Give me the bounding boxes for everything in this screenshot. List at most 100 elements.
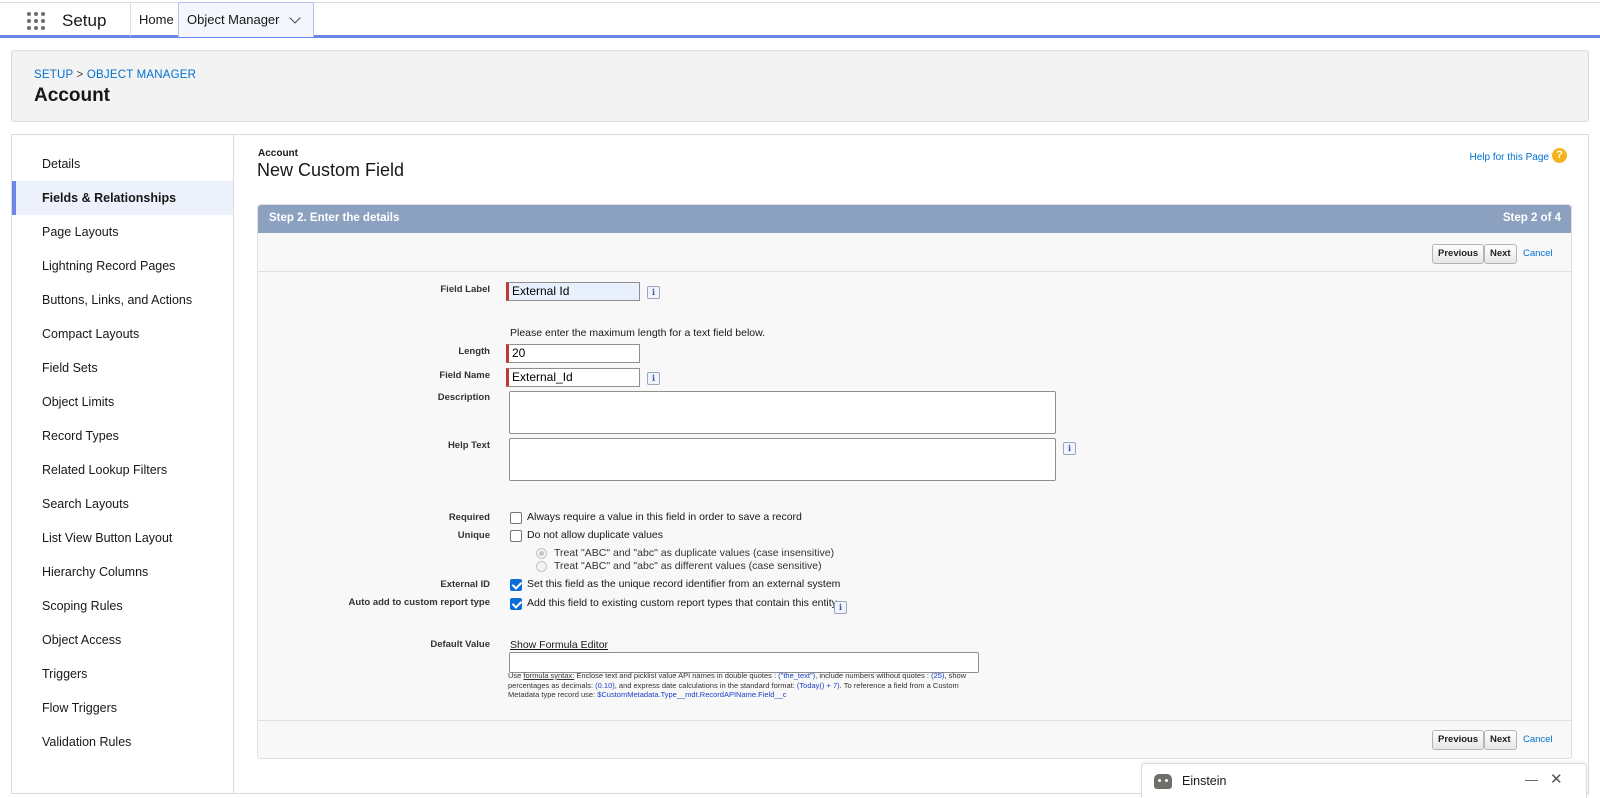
auto-add-info-icon[interactable]: i (834, 601, 847, 614)
sidebar-item-object-limits[interactable]: Object Limits (12, 385, 233, 419)
external-id-checkbox[interactable] (510, 579, 522, 591)
default-value-input[interactable] (509, 652, 979, 673)
sidebar-item-validation-rules[interactable]: Validation Rules (12, 725, 233, 759)
description-label: Description (437, 392, 490, 403)
object-name: Account (258, 148, 298, 159)
minimize-icon[interactable]: — (1525, 772, 1538, 787)
auto-add-checkbox[interactable] (510, 598, 522, 610)
formula-example-date: (Today() + 7) (796, 680, 840, 690)
unique-checkbox-text: Do not allow duplicate values (527, 529, 663, 541)
sidebar-item-triggers[interactable]: Triggers (12, 657, 233, 691)
next-button-bottom[interactable]: Next (1484, 730, 1517, 750)
tab-object-manager[interactable]: Object Manager (178, 2, 314, 37)
main-container: Details Fields & Relationships Page Layo… (11, 134, 1589, 794)
case-sensitive-text: Treat "ABC" and "abc" as different value… (554, 560, 822, 572)
next-button-top[interactable]: Next (1484, 244, 1517, 264)
divider (258, 271, 1571, 272)
einstein-label: Einstein (1182, 774, 1227, 788)
tab-home[interactable]: Home (130, 3, 183, 36)
length-label: Length (458, 346, 490, 357)
external-id-label: External ID (440, 579, 490, 590)
chevron-down-icon[interactable] (289, 12, 301, 24)
divider (258, 720, 1571, 721)
previous-button-bottom[interactable]: Previous (1432, 730, 1485, 750)
unique-label: Unique (457, 530, 490, 541)
app-name: Setup (62, 11, 107, 30)
step-header: Step 2. Enter the details Step 2 of 4 (258, 205, 1571, 233)
sidebar-item-flow-triggers[interactable]: Flow Triggers (12, 691, 233, 725)
sidebar-item-fields-relationships[interactable]: Fields & Relationships (12, 181, 233, 215)
required-checkbox-text: Always require a value in this field in … (527, 511, 802, 523)
breadcrumb: SETUP > OBJECT MANAGER (34, 69, 196, 81)
length-input[interactable]: 20 (506, 344, 640, 363)
content-area: Account New Custom Field Help for this P… (235, 135, 1589, 793)
page-header: SETUP > OBJECT MANAGER Account (11, 50, 1589, 122)
auto-add-label: Auto add to custom report type (348, 597, 490, 608)
case-insensitive-radio[interactable] (536, 548, 547, 559)
required-checkbox[interactable] (510, 512, 522, 524)
close-icon[interactable]: ✕ (1550, 770, 1563, 788)
sidebar-item-related-lookup-filters[interactable]: Related Lookup Filters (12, 453, 233, 487)
formula-help-t4: , and express date calculations in the s… (614, 680, 797, 690)
einstein-panel[interactable]: Einstein — ✕ (1141, 763, 1587, 798)
sidebar-item-details[interactable]: Details (12, 147, 233, 181)
app-launcher-icon[interactable] (27, 12, 47, 32)
page-title: Account (34, 85, 110, 106)
sidebar-item-buttons-links-actions[interactable]: Buttons, Links, and Actions (12, 283, 233, 317)
help-text-textarea[interactable] (509, 438, 1056, 481)
sidebar-item-lightning-record-pages[interactable]: Lightning Record Pages (12, 249, 233, 283)
sidebar-item-scoping-rules[interactable]: Scoping Rules (12, 589, 233, 623)
formula-help-t2: , include numbers without quotes : (815, 671, 932, 680)
sidebar: Details Fields & Relationships Page Layo… (12, 135, 234, 793)
einstein-icon (1154, 774, 1172, 789)
tab-object-manager-label: Object Manager (187, 12, 280, 27)
formula-example-metadata: $CustomMetadata.Type__mdt.RecordAPIName.… (597, 690, 787, 699)
length-hint: Please enter the maximum length for a te… (510, 327, 766, 339)
step-count: Step 2 of 4 (1502, 212, 1561, 224)
required-label: Required (448, 512, 490, 523)
formula-help-text: Use formula syntax: Enclose text and pic… (508, 671, 973, 700)
sidebar-item-field-sets[interactable]: Field Sets (12, 351, 233, 385)
formula-example-percent: (0.10) (595, 680, 615, 690)
sidebar-item-list-view-button-layout[interactable]: List View Button Layout (12, 521, 233, 555)
step-title: Step 2. Enter the details (269, 212, 400, 224)
field-name-input[interactable]: External_Id (506, 368, 640, 387)
formula-example-text: ("the_text") (778, 671, 816, 680)
cancel-link-top[interactable]: Cancel (1523, 248, 1553, 259)
description-textarea[interactable] (509, 391, 1056, 434)
sidebar-item-compact-layouts[interactable]: Compact Layouts (12, 317, 233, 351)
breadcrumb-separator: > (76, 69, 84, 81)
show-formula-editor-link[interactable]: Show Formula Editor (510, 639, 608, 651)
formula-example-number: (25) (931, 671, 945, 680)
field-label-label: Field Label (440, 284, 490, 295)
sidebar-item-object-access[interactable]: Object Access (12, 623, 233, 657)
auto-add-checkbox-text: Add this field to existing custom report… (527, 597, 837, 609)
help-text-info-icon[interactable]: i (1063, 442, 1076, 455)
previous-button-top[interactable]: Previous (1432, 244, 1485, 264)
field-label-info-icon[interactable]: i (647, 286, 660, 299)
field-name-info-icon[interactable]: i (647, 372, 660, 385)
help-icon[interactable]: ? (1552, 148, 1567, 163)
external-id-checkbox-text: Set this field as the unique record iden… (527, 578, 841, 590)
breadcrumb-object-manager[interactable]: OBJECT MANAGER (87, 69, 196, 81)
sidebar-item-record-types[interactable]: Record Types (12, 419, 233, 453)
field-label-input[interactable]: External Id (506, 282, 640, 301)
global-nav: Setup Home Object Manager (0, 2, 1600, 38)
page-subtitle: New Custom Field (257, 160, 405, 180)
help-text-label: Help Text (447, 440, 490, 451)
sidebar-item-hierarchy-columns[interactable]: Hierarchy Columns (12, 555, 233, 589)
formula-syntax-link[interactable]: formula syntax: (523, 671, 574, 680)
sidebar-item-page-layouts[interactable]: Page Layouts (12, 215, 233, 249)
field-details-panel: Step 2. Enter the details Step 2 of 4 Pr… (257, 204, 1572, 759)
default-value-label: Default Value (430, 639, 490, 650)
breadcrumb-setup[interactable]: SETUP (34, 69, 73, 81)
formula-help-use: Use (508, 671, 524, 680)
field-name-label: Field Name (439, 370, 490, 381)
sidebar-item-search-layouts[interactable]: Search Layouts (12, 487, 233, 521)
cancel-link-bottom[interactable]: Cancel (1523, 734, 1553, 745)
unique-checkbox[interactable] (510, 530, 522, 542)
case-sensitive-radio[interactable] (536, 561, 547, 572)
formula-help-t1: Enclose text and picklist value API name… (574, 671, 779, 680)
case-insensitive-text: Treat "ABC" and "abc" as duplicate value… (554, 547, 835, 559)
help-for-page-link[interactable]: Help for this Page (1470, 152, 1550, 163)
